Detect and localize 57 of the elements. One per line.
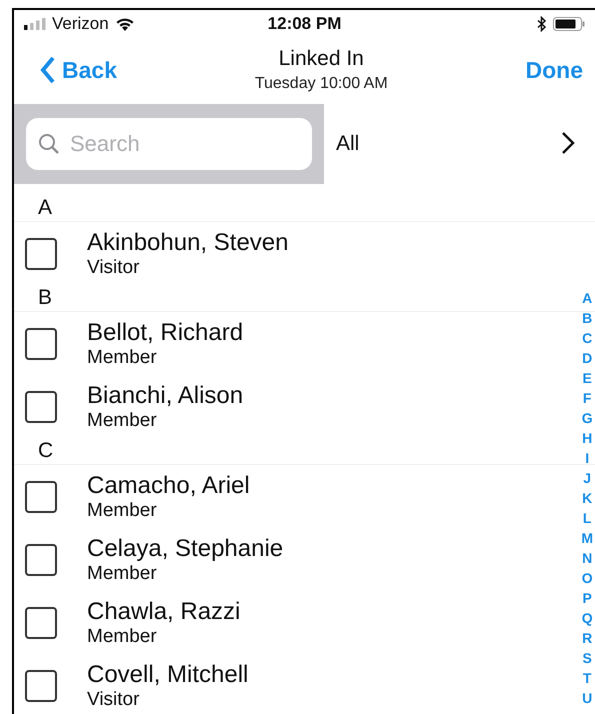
contact-role: Visitor [87,256,140,278]
bluetooth-icon [537,16,548,32]
index-letter[interactable]: I [585,448,590,468]
index-letter[interactable]: H [582,428,592,448]
index-letter[interactable]: U [582,688,592,708]
wifi-icon [114,16,135,32]
contact-role: Member [87,346,158,368]
index-letter[interactable]: O [582,568,593,588]
contact-name: Celaya, Stephanie [87,534,284,562]
index-letter[interactable]: N [582,548,592,568]
search-field[interactable]: Search [26,118,312,170]
done-button[interactable]: Done [526,56,583,84]
index-letter[interactable]: E [582,368,592,388]
index-letter[interactable]: F [582,388,592,408]
contact-name: Covell, Mitchell [87,660,248,688]
checkbox[interactable] [25,480,57,512]
chevron-left-icon [40,56,56,84]
search-icon [38,133,60,155]
signal-icon [24,18,46,30]
index-letter[interactable]: G [582,408,593,428]
checkbox[interactable] [25,328,57,360]
screen-title: Linked In [278,47,364,71]
checkbox[interactable] [25,390,57,422]
index-letter[interactable]: K [582,488,592,508]
contact-role: Visitor [87,688,140,710]
index-letter[interactable]: J [583,468,592,488]
checkbox[interactable] [25,670,57,702]
clock-time: 12:08 PM [268,14,342,34]
checkbox[interactable] [25,544,57,576]
contact-name: Chawla, Razzi [87,598,240,626]
checkbox[interactable] [25,606,57,638]
contact-name: Bellot, Richard [87,318,244,346]
checkbox[interactable] [25,238,57,270]
contact-role: Member [87,500,158,522]
index-letter[interactable]: D [582,348,592,368]
index-letter[interactable]: L [582,508,592,528]
contact-name: Camacho, Ariel [87,472,250,500]
index-letter[interactable]: C [582,328,592,348]
index-letter[interactable]: B [582,308,592,328]
index-letter[interactable]: Q [582,608,593,628]
section-header: A [14,195,595,222]
index-letter[interactable]: T [582,668,592,688]
index-letter[interactable]: A [582,288,592,308]
index-letter[interactable]: P [582,588,592,608]
contact-name: Akinbohun, Steven [87,228,288,256]
contact-role: Member [87,626,158,648]
contact-role: Member [87,410,158,432]
index-letter[interactable]: S [582,648,592,668]
battery-icon [553,17,586,31]
index-letter[interactable]: R [582,628,592,648]
filter-label: All [336,132,360,156]
contact-role: Member [87,562,158,584]
carrier-name: Verizon [52,14,109,34]
screen-subtitle: Tuesday 10:00 AM [254,75,388,93]
index-letter[interactable]: M [581,528,593,548]
contact-name: Bianchi, Alison [87,382,244,410]
back-button[interactable]: Back [40,56,117,84]
